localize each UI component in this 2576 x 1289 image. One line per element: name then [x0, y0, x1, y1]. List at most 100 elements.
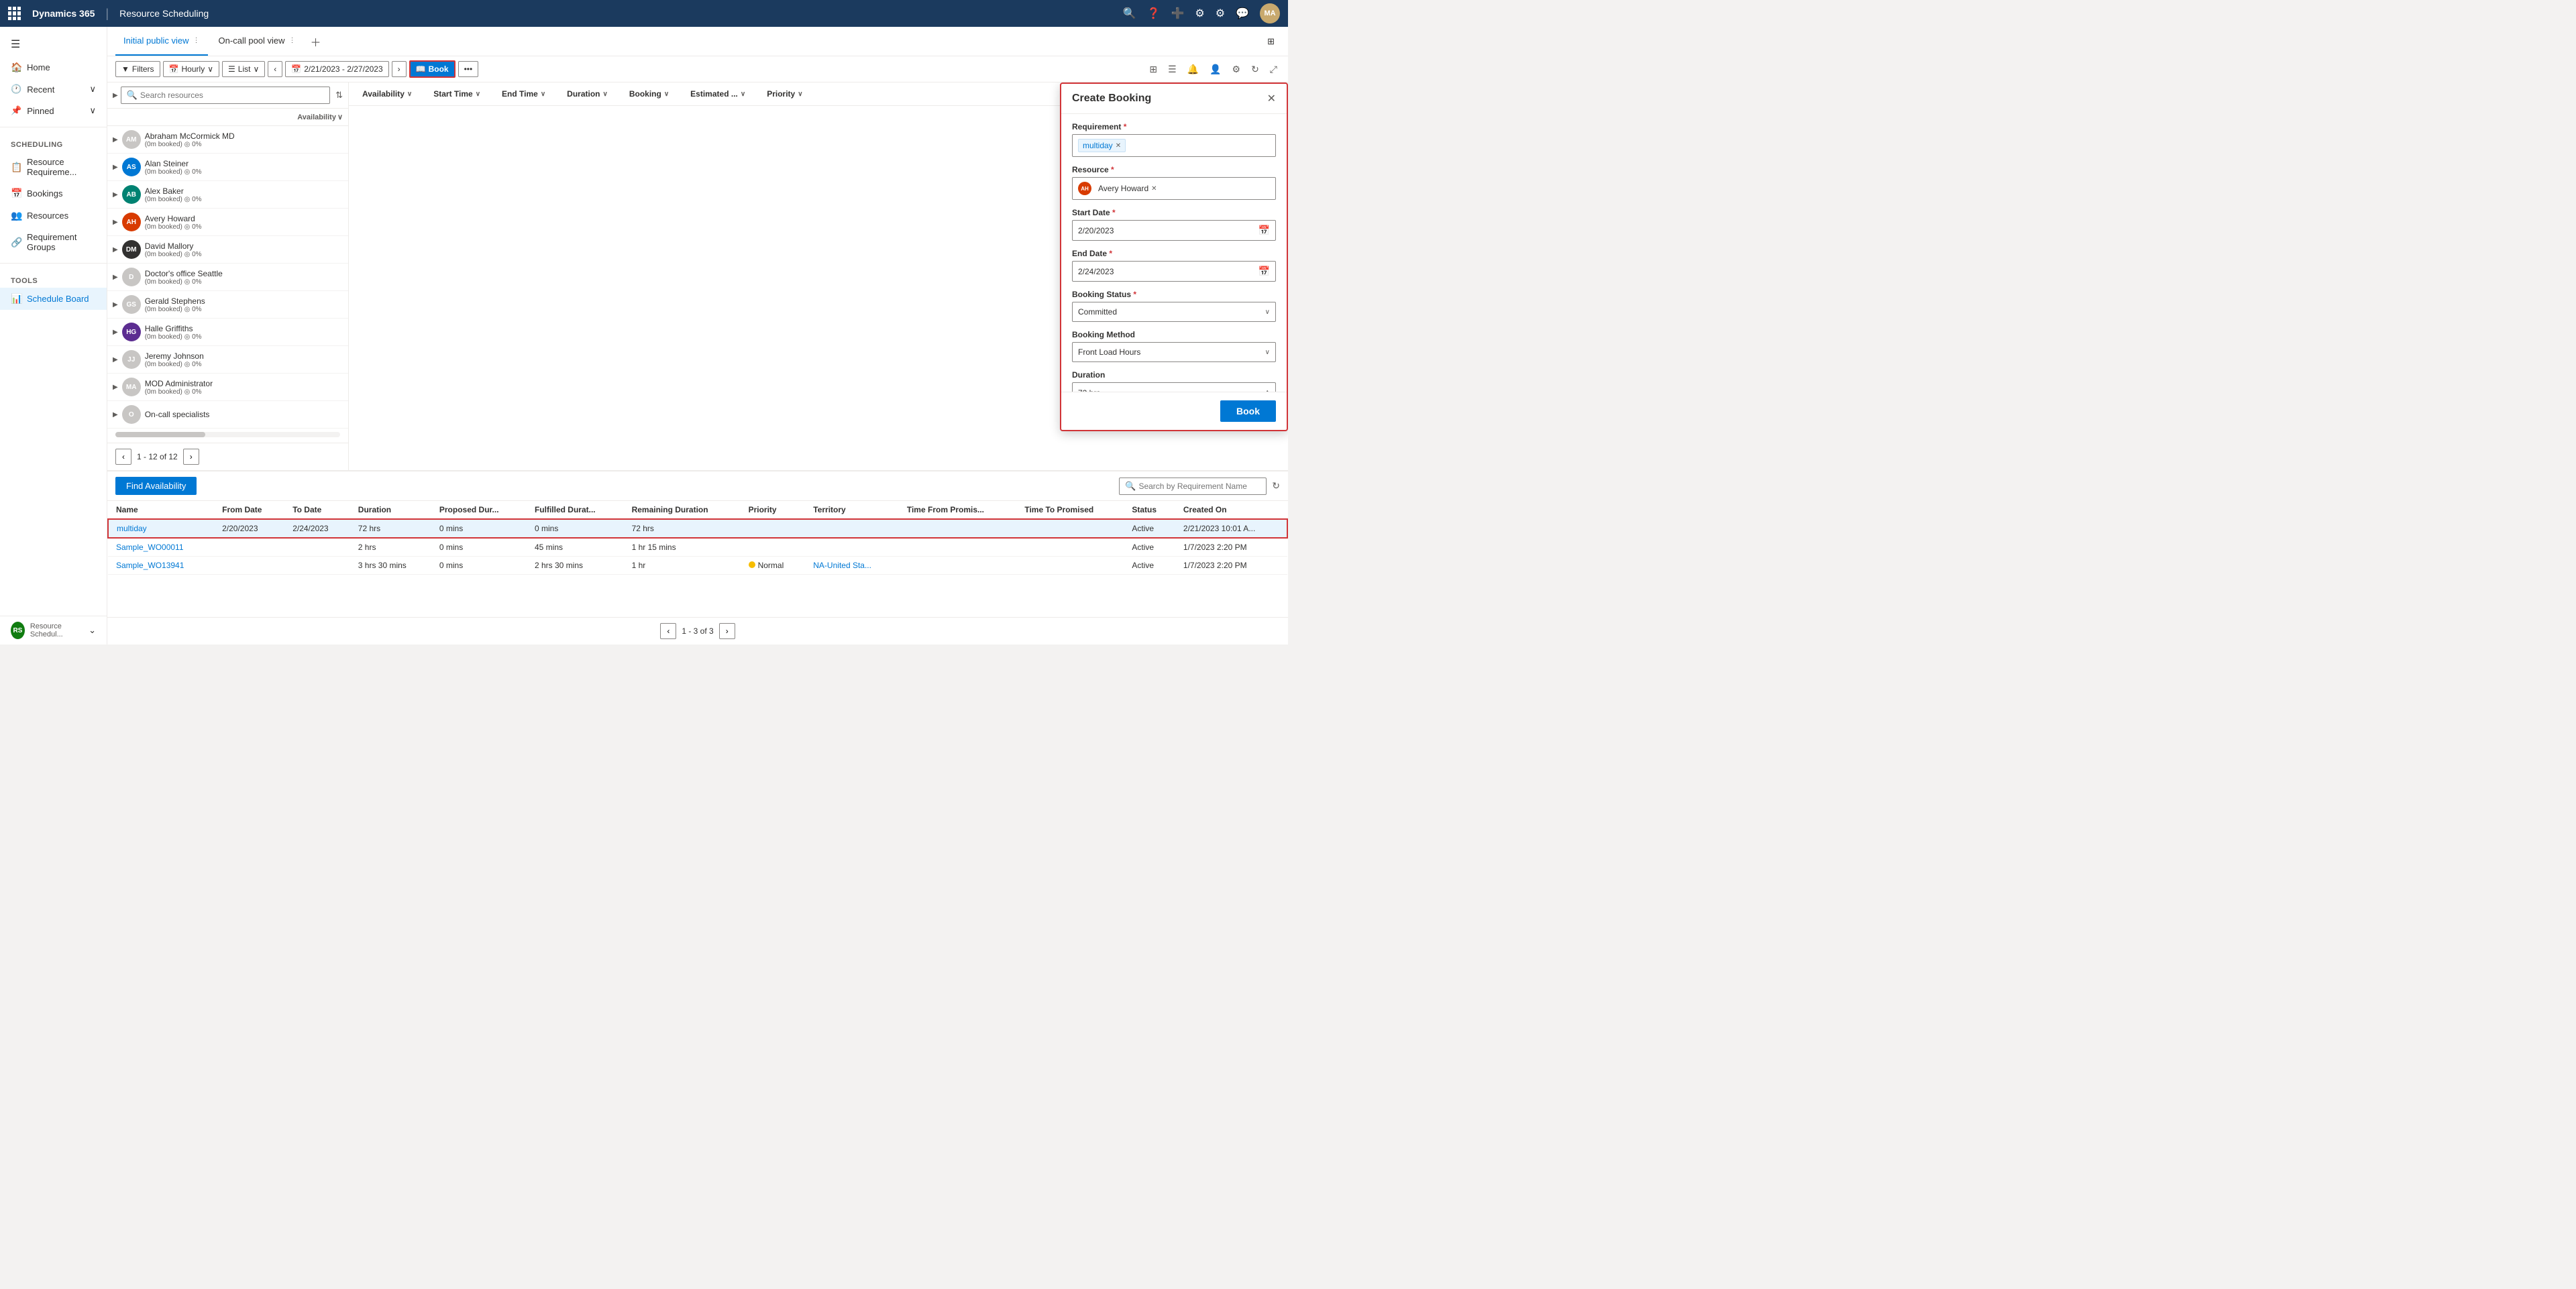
bottom-next-page-btn[interactable]: › [719, 623, 735, 639]
tab-on-call-more[interactable]: ⋮ [289, 37, 296, 44]
col-from-date[interactable]: From Date [214, 501, 284, 519]
col-priority[interactable]: Priority [741, 501, 806, 519]
list-button[interactable]: ☰ List ∨ [222, 61, 265, 77]
hamburger-menu[interactable]: ☰ [0, 32, 107, 56]
find-availability-button[interactable]: Find Availability [115, 477, 197, 495]
date-range-button[interactable]: 📅 2/21/2023 - 2/27/2023 [285, 61, 388, 77]
sidebar-item-home[interactable]: 🏠 Home [0, 56, 107, 78]
col-header-booking[interactable]: Booking ∨ [624, 87, 674, 101]
help-icon-btn[interactable]: ❓ [1147, 7, 1161, 20]
prev-date-button[interactable]: ‹ [268, 61, 282, 77]
row-expand-10[interactable]: ▶ [113, 384, 118, 391]
end-date-field[interactable] [1078, 267, 1256, 276]
row-expand-8[interactable]: ▶ [113, 329, 118, 336]
tab-window-icon[interactable]: ⊞ [1262, 36, 1280, 47]
resource-tag-close[interactable]: ✕ [1151, 185, 1157, 192]
start-date-field[interactable] [1078, 226, 1256, 235]
resource-row[interactable]: ▶ GS Gerald Stephens (0m booked) ◎ 0% [107, 291, 348, 319]
resource-search-box[interactable]: 🔍 [121, 87, 330, 104]
col-to-date[interactable]: To Date [284, 501, 350, 519]
col-name[interactable]: Name [108, 501, 214, 519]
requirement-input[interactable]: multiday ✕ [1072, 134, 1276, 157]
col-status[interactable]: Status [1124, 501, 1175, 519]
col-territory[interactable]: Territory [805, 501, 899, 519]
row-expand-5[interactable]: ▶ [113, 246, 118, 254]
settings2-icon[interactable]: ⚙ [1230, 61, 1244, 78]
resource-row[interactable]: ▶ DM David Mallory (0m booked) ◎ 0% [107, 236, 348, 264]
sort-icon[interactable]: ⇅ [335, 90, 343, 101]
bottom-search-input[interactable] [1138, 482, 1260, 491]
booking-status-select[interactable]: Committed Tentative Cancelled ∨ [1072, 302, 1276, 322]
col-header-priority[interactable]: Priority ∨ [761, 87, 808, 101]
add-icon-btn[interactable]: ➕ [1171, 7, 1184, 20]
tab-initial-public-more[interactable]: ⋮ [193, 37, 200, 44]
col-header-end-time[interactable]: End Time ∨ [496, 87, 551, 101]
resource-row[interactable]: ▶ AM Abraham McCormick MD (0m booked) ◎ … [107, 126, 348, 154]
start-date-input[interactable]: 📅 [1072, 220, 1276, 241]
row-expand-6[interactable]: ▶ [113, 274, 118, 281]
resource-row[interactable]: ▶ AB Alex Baker (0m booked) ◎ 0% [107, 181, 348, 209]
col-duration[interactable]: Duration [350, 501, 431, 519]
col-time-from-promised[interactable]: Time From Promis... [899, 501, 1016, 519]
booking-book-button[interactable]: Book [1220, 400, 1276, 422]
chat-icon-btn[interactable]: 💬 [1236, 7, 1249, 20]
territory-link[interactable]: NA-United Sta... [813, 561, 871, 570]
resource-row[interactable]: ▶ HG Halle Griffiths (0m booked) ◎ 0% [107, 319, 348, 346]
resource-row[interactable]: ▶ D Doctor's office Seattle (0m booked) … [107, 264, 348, 291]
duration-select[interactable]: 72 hrs ∧ [1072, 382, 1276, 392]
row-expand-9[interactable]: ▶ [113, 356, 118, 363]
sidebar-item-resources[interactable]: 👥 Resources [0, 205, 107, 227]
resource-row[interactable]: ▶ AS Alan Steiner (0m booked) ◎ 0% [107, 154, 348, 181]
col-fulfilled-dur[interactable]: Fulfilled Durat... [527, 501, 624, 519]
app-grid-icon[interactable] [8, 7, 21, 20]
alert-icon[interactable]: 🔔 [1185, 61, 1201, 78]
resource-row[interactable]: ▶ O On-call specialists [107, 401, 348, 429]
expand-icon[interactable]: ⤢ [1267, 61, 1280, 78]
req-link-sample1[interactable]: Sample_WO00011 [116, 543, 184, 552]
row-expand-1[interactable]: ▶ [113, 136, 118, 144]
sidebar-chevron[interactable]: ⌄ [89, 625, 96, 636]
next-page-btn[interactable]: › [183, 449, 199, 465]
col-proposed-dur[interactable]: Proposed Dur... [431, 501, 527, 519]
row-expand-3[interactable]: ▶ [113, 191, 118, 199]
row-expand-4[interactable]: ▶ [113, 219, 118, 226]
table-row[interactable]: Sample_WO00011 2 hrs 0 mins 45 mins 1 hr… [108, 538, 1287, 557]
start-date-calendar-icon[interactable]: 📅 [1258, 225, 1270, 236]
tab-add-button[interactable]: ＋ [307, 34, 325, 50]
tab-initial-public[interactable]: Initial public view ⋮ [115, 27, 208, 56]
filters-button[interactable]: ▼ Filters [115, 61, 160, 77]
bottom-refresh-btn[interactable]: ↻ [1272, 480, 1280, 492]
panel-close-button[interactable]: ✕ [1267, 92, 1276, 105]
next-date-button[interactable]: › [392, 61, 407, 77]
booking-method-select[interactable]: Front Load Hours Redistribute Do Not Mov… [1072, 342, 1276, 362]
user-avatar[interactable]: MA [1260, 3, 1280, 23]
resource-search-input[interactable] [140, 91, 324, 100]
search-icon-btn[interactable]: 🔍 [1123, 7, 1136, 20]
col-header-availability[interactable]: Availability ∨ [357, 87, 417, 101]
tab-on-call-pool[interactable]: On-call pool view ⋮ [211, 27, 304, 56]
filter-icon-btn[interactable]: ⚙ [1195, 7, 1204, 20]
refresh-icon[interactable]: ↻ [1248, 61, 1262, 78]
requirement-tag-close[interactable]: ✕ [1116, 142, 1121, 150]
sidebar-item-resource-req[interactable]: 📋 Resource Requireme... [0, 152, 107, 182]
col-created-on[interactable]: Created On [1175, 501, 1287, 519]
col-availability[interactable]: Availability ∨ [297, 113, 343, 121]
sidebar-item-schedule-board[interactable]: 📊 Schedule Board [0, 288, 107, 310]
col-header-duration[interactable]: Duration ∨ [561, 87, 613, 101]
prev-page-btn[interactable]: ‹ [115, 449, 131, 465]
row-expand-7[interactable]: ▶ [113, 301, 118, 309]
req-link-sample2[interactable]: Sample_WO13941 [116, 561, 184, 570]
col-time-to-promised[interactable]: Time To Promised [1016, 501, 1124, 519]
sidebar-item-bookings[interactable]: 📅 Bookings [0, 182, 107, 205]
table-row[interactable]: Sample_WO13941 3 hrs 30 mins 0 mins 2 hr… [108, 557, 1287, 575]
resource-row[interactable]: ▶ JJ Jeremy Johnson (0m booked) ◎ 0% [107, 346, 348, 374]
resource-row[interactable]: ▶ MA MOD Administrator (0m booked) ◎ 0% [107, 374, 348, 401]
bottom-search-box[interactable]: 🔍 [1119, 478, 1267, 495]
expand-all-arrow[interactable]: ▶ [113, 92, 118, 99]
booking-status-dropdown[interactable]: Committed Tentative Cancelled [1078, 307, 1270, 317]
more-options-button[interactable]: ••• [458, 61, 479, 77]
col-remaining-dur[interactable]: Remaining Duration [624, 501, 741, 519]
resource-row[interactable]: ▶ AH Avery Howard (0m booked) ◎ 0% [107, 209, 348, 236]
booking-method-dropdown[interactable]: Front Load Hours Redistribute Do Not Mov… [1078, 347, 1270, 357]
table-row[interactable]: multiday 2/20/2023 2/24/2023 72 hrs 0 mi… [108, 519, 1287, 538]
